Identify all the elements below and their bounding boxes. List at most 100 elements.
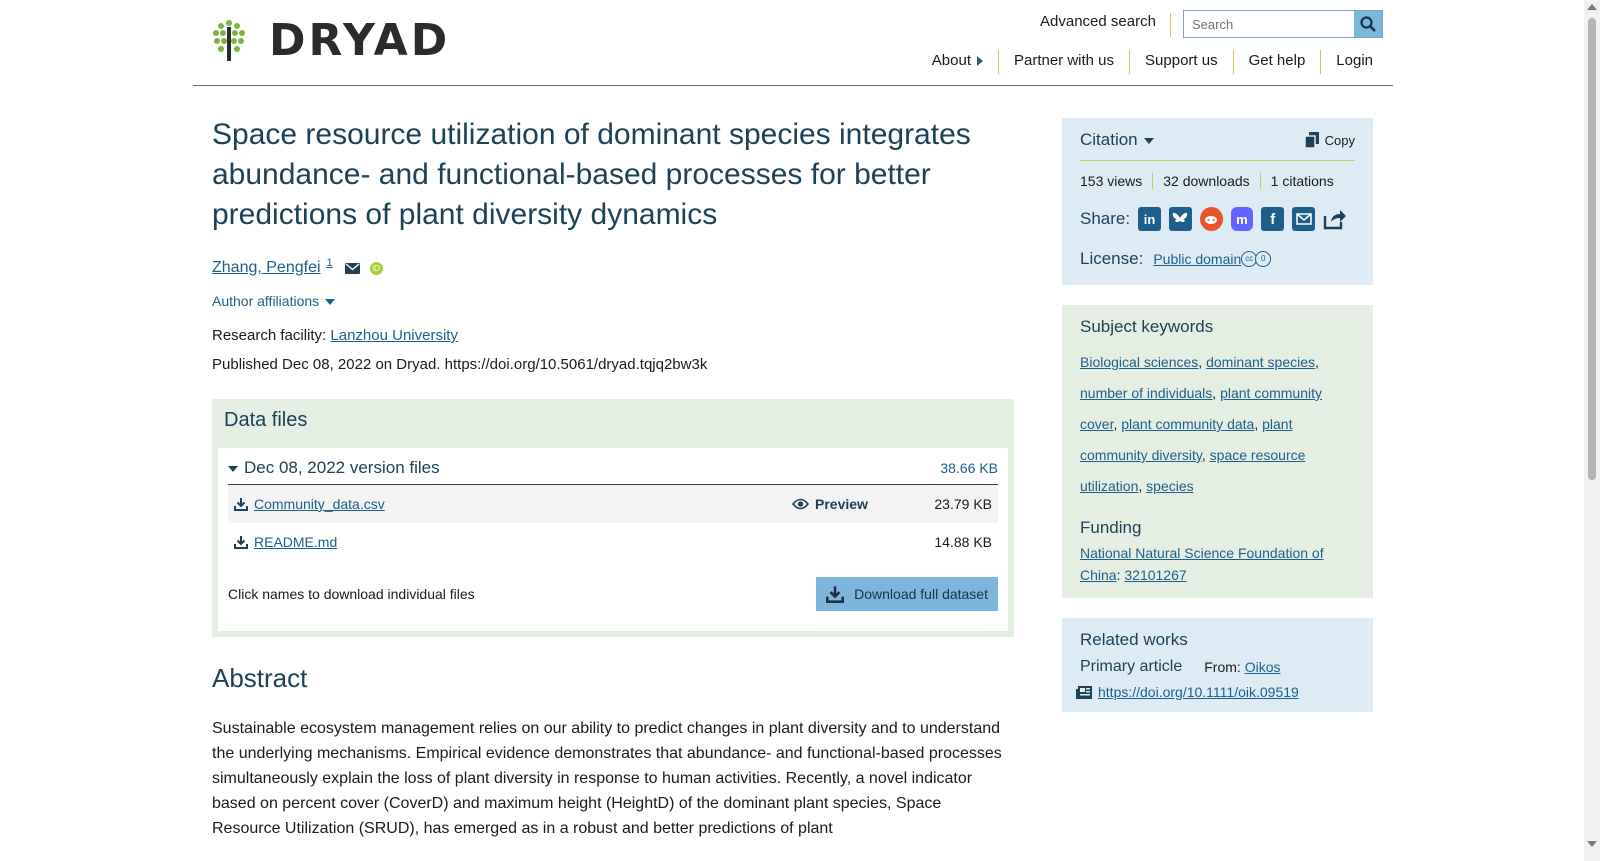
caret-right-icon [976,56,983,67]
citation-toggle[interactable]: Citation [1080,130,1154,150]
downloads-count: 32 downloads [1152,173,1259,189]
license-link[interactable]: Public domain [1153,251,1241,267]
related-works-box: Related works Primary article From: Oiko… [1062,618,1373,712]
citation-label: Citation [1080,130,1138,149]
abstract-text: Sustainable ecosystem management relies … [212,719,1002,837]
primary-article-row: Primary article From: Oikos [1080,658,1355,676]
preview-label: Preview [815,496,868,512]
eye-icon [792,498,809,510]
keyword-link[interactable]: Biological sciences [1080,354,1198,370]
preview-button[interactable]: Preview [792,496,922,512]
caret-down-icon [1143,137,1154,144]
linkedin-icon[interactable]: in [1138,207,1161,231]
mastodon-icon[interactable]: m [1230,207,1254,231]
version-toggle[interactable]: Dec 08, 2022 version files 38.66 KB [228,458,998,485]
download-icon [234,498,248,511]
file-download-link[interactable]: README.md [234,534,922,550]
author-affiliations-toggle[interactable]: Author affiliations [212,293,1012,309]
related-doi-link[interactable]: https://doi.org/10.1111/oik.09519 [1098,684,1299,700]
from-label: From: [1204,659,1241,675]
advanced-search-link[interactable]: Advanced search [1040,13,1171,37]
data-files-panel: Data files Dec 08, 2022 version files 38… [212,399,1014,637]
from-info: From: Oikos [1204,659,1280,675]
file-download-link[interactable]: Community_data.csv [234,496,792,512]
author-affiliations-label: Author affiliations [212,293,320,309]
scroll-down-icon[interactable] [1587,841,1597,847]
sidebar: Citation Copy 153 views 32 downloads 1 c… [1062,118,1373,732]
keywords-title: Subject keywords [1080,317,1214,336]
nav-support[interactable]: Support us [1129,50,1233,74]
nav-help[interactable]: Get help [1232,50,1321,74]
data-files-footer: Click names to download individual files… [228,577,998,611]
file-size: 23.79 KB [934,496,992,512]
facility-link[interactable]: Lanzhou University [330,327,458,344]
keyword-link[interactable]: species [1146,478,1193,494]
search-input[interactable] [1184,11,1354,37]
scroll-up-icon[interactable] [1587,4,1597,10]
facility-label: Research facility: [212,327,327,344]
nav-partner[interactable]: Partner with us [997,50,1129,74]
nav-about-label: About [931,52,971,69]
file-name[interactable]: Community_data.csv [254,496,385,512]
email-share-icon[interactable] [1292,207,1315,231]
share-icon[interactable] [1323,207,1347,231]
site-header: DRYAD Advanced search About Partner with… [193,0,1393,86]
orcid-icon[interactable]: iD [369,261,383,275]
citations-count: 1 citations [1259,173,1344,189]
share-label: Share: [1080,209,1131,228]
license-row: License: Public domain cc 0 [1080,249,1355,269]
dryad-tree-icon [213,20,245,61]
data-files-heading: Data files [224,409,308,431]
search-box [1183,10,1383,38]
author-row: Zhang, Pengfei 1 iD [212,257,1012,277]
file-name[interactable]: README.md [254,534,337,550]
copy-button[interactable]: Copy [1304,132,1355,148]
data-files-inner: Dec 08, 2022 version files 38.66 KB Comm… [218,448,1008,631]
journal-link[interactable]: Oikos [1245,659,1281,675]
keyword-link[interactable]: plant community data [1121,416,1254,432]
funding-title: Funding [1080,518,1142,537]
nav-about[interactable]: About [917,50,998,74]
dryad-logo[interactable]: DRYAD [211,16,450,66]
download-full-dataset-button[interactable]: Download full dataset [816,577,998,611]
funder-link[interactable]: National Natural Science Foundation of C… [1080,545,1324,583]
download-full-dataset-label: Download full dataset [854,586,988,602]
keywords-list: Biological sciences, dominant species, n… [1080,354,1323,494]
copy-icon [1304,132,1319,148]
article-icon [1076,685,1092,699]
keywords-funding-box: Subject keywords Biological sciences, do… [1062,305,1373,598]
affiliation-ref[interactable]: 1 [327,257,333,269]
citation-row: Citation Copy [1080,130,1355,161]
nav-login[interactable]: Login [1320,50,1373,74]
grant-link[interactable]: 32101267 [1124,567,1186,583]
file-size: 14.88 KB [934,534,992,550]
cc-zero-icon: cc 0 [1241,251,1272,267]
share-row: Share: in m f [1080,207,1355,231]
views-count: 153 views [1080,173,1143,189]
scroll-thumb[interactable] [1588,18,1596,480]
page-scrollbar[interactable] [1584,0,1600,861]
file-row: README.md 14.88 KB [228,523,998,561]
search-button[interactable] [1354,11,1382,37]
citation-box: Citation Copy 153 views 32 downloads 1 c… [1062,118,1373,285]
reddit-icon[interactable] [1199,207,1223,231]
primary-article-label: Primary article [1080,658,1183,675]
email-icon[interactable] [344,262,360,274]
dataset-title: Space resource utilization of dominant s… [212,118,971,231]
download-hint: Click names to download individual files [228,586,475,602]
keyword-link[interactable]: dominant species [1206,354,1315,370]
bluesky-icon[interactable] [1168,207,1192,231]
keyword-link[interactable]: number of individuals [1080,385,1212,401]
copy-label: Copy [1324,132,1355,148]
main-nav: About Partner with us Support us Get hel… [917,50,1373,74]
author-name[interactable]: Zhang, Pengfei [212,259,321,277]
related-doi-row: https://doi.org/10.1111/oik.09519 [1076,684,1355,700]
stats-row: 153 views 32 downloads 1 citations [1080,173,1355,189]
file-row: Community_data.csv Preview 23.79 KB [228,485,998,523]
facebook-icon[interactable]: f [1261,207,1285,231]
version-label: Dec 08, 2022 version files [244,458,440,477]
related-works-title: Related works [1080,630,1188,649]
caret-down-icon [228,465,238,472]
version-size: 38.66 KB [940,460,998,476]
research-facility: Research facility: Lanzhou University [212,327,1012,344]
